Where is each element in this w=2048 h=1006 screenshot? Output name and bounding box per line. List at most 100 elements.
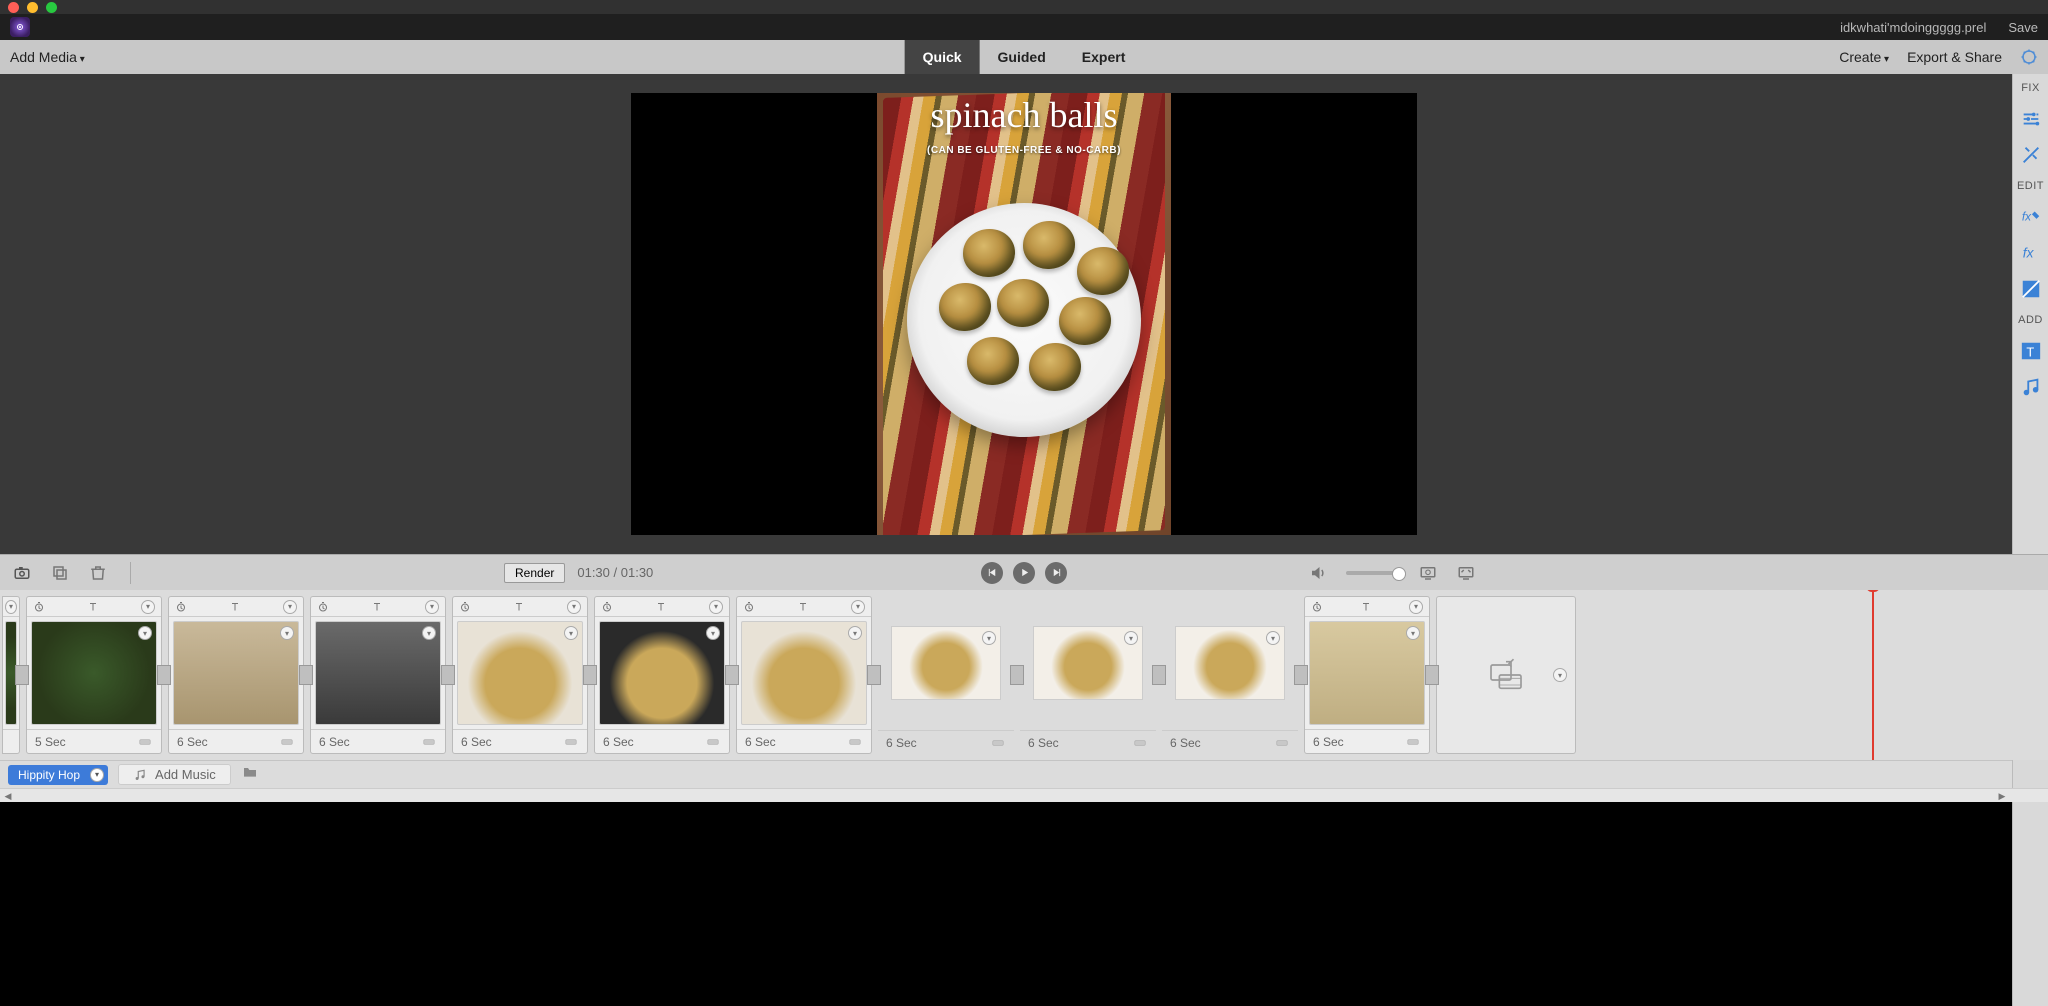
- clip-thumbnail[interactable]: ▾: [1309, 621, 1425, 725]
- close-window-button[interactable]: [8, 2, 19, 13]
- add-music-button[interactable]: Add Music: [118, 764, 231, 785]
- chevron-down-icon[interactable]: ▾: [848, 626, 862, 640]
- chevron-down-icon[interactable]: ▾: [564, 626, 578, 640]
- svg-text:fx: fx: [2022, 246, 2034, 261]
- preferences-icon[interactable]: [2020, 48, 2038, 66]
- timer-icon: [743, 601, 755, 613]
- timeline-clip[interactable]: ▾ ▾ 6 Sec: [594, 596, 730, 754]
- add-media-menu[interactable]: Add Media: [10, 49, 85, 65]
- prev-frame-button[interactable]: [981, 562, 1003, 584]
- scroll-right-arrow[interactable]: ▶: [1994, 789, 2010, 803]
- playhead-marker[interactable]: [1872, 590, 1874, 760]
- clip-thumbnail[interactable]: ▾: [457, 621, 583, 725]
- chevron-down-icon[interactable]: ▾: [1266, 631, 1280, 645]
- timeline-scrollbar[interactable]: ◀ ▶: [0, 788, 2048, 802]
- svg-text:T: T: [2026, 345, 2034, 360]
- tools-icon[interactable]: [2020, 144, 2042, 166]
- zoom-window-button[interactable]: [46, 2, 57, 13]
- duplicate-icon[interactable]: [50, 563, 70, 583]
- tab-quick[interactable]: Quick: [905, 40, 980, 74]
- text-icon: [229, 601, 241, 613]
- music-icon[interactable]: [2020, 376, 2042, 398]
- transition-handle[interactable]: [867, 665, 881, 685]
- snapshot-icon[interactable]: [12, 563, 32, 583]
- minimize-window-button[interactable]: [27, 2, 38, 13]
- timeline-clip[interactable]: ▾ ▾ 6 Sec: [310, 596, 446, 754]
- transition-handle[interactable]: [441, 665, 455, 685]
- quality-settings-icon[interactable]: [1418, 563, 1438, 583]
- timeline-clip[interactable]: ▾ ▾ 6 Sec: [1304, 596, 1430, 754]
- create-menu[interactable]: Create: [1839, 49, 1889, 65]
- chevron-down-icon[interactable]: ▾: [1124, 631, 1138, 645]
- chevron-down-icon[interactable]: ▾: [1409, 600, 1423, 614]
- browse-folder-icon[interactable]: [241, 764, 259, 785]
- chevron-down-icon[interactable]: ▾: [709, 600, 723, 614]
- clip-thumbnail[interactable]: ▾: [882, 600, 1010, 726]
- clip-partial[interactable]: ▾: [2, 596, 20, 754]
- clip-thumbnail[interactable]: ▾: [173, 621, 299, 725]
- volume-icon[interactable]: [1308, 563, 1328, 583]
- transition-handle[interactable]: [1152, 665, 1166, 685]
- clip-thumbnail[interactable]: ▾: [315, 621, 441, 725]
- transitions-icon[interactable]: [2020, 278, 2042, 300]
- fx-edit-icon[interactable]: fx: [2020, 206, 2042, 228]
- clip-thumbnail[interactable]: ▾: [31, 621, 157, 725]
- preview-content: spinach balls (CAN BE GLUTEN-FREE & NO-C…: [877, 93, 1171, 535]
- timeline-clip[interactable]: ▾ ▾ 6 Sec: [168, 596, 304, 754]
- render-button[interactable]: Render: [504, 563, 565, 583]
- timeline[interactable]: ▾ ▾ ▾ 5 Sec ▾ ▾ 6 Sec ▾ ▾ 6 Sec ▾ ▾ 6: [0, 590, 2048, 760]
- clip-thumbnail[interactable]: ▾: [741, 621, 867, 725]
- chevron-down-icon[interactable]: ▾: [5, 600, 17, 614]
- tab-guided[interactable]: Guided: [980, 40, 1064, 74]
- timeline-clip[interactable]: ▾ ▾ 5 Sec: [26, 596, 162, 754]
- chevron-down-icon[interactable]: ▾: [425, 600, 439, 614]
- tab-expert[interactable]: Expert: [1064, 40, 1144, 74]
- chevron-down-icon[interactable]: ▾: [1553, 668, 1567, 682]
- fullscreen-icon[interactable]: [1456, 563, 1476, 583]
- clip-thumbnail[interactable]: ▾: [1024, 600, 1152, 726]
- chevron-down-icon[interactable]: ▾: [283, 600, 297, 614]
- chevron-down-icon[interactable]: ▾: [141, 600, 155, 614]
- transition-handle[interactable]: [157, 665, 171, 685]
- chevron-down-icon[interactable]: ▾: [1406, 626, 1420, 640]
- volume-slider[interactable]: [1346, 571, 1400, 575]
- timeline-clip[interactable]: ▾ ▾ 6 Sec: [452, 596, 588, 754]
- export-share-button[interactable]: Export & Share: [1907, 49, 2002, 65]
- clip-footer: 5 Sec: [27, 729, 161, 753]
- music-track-chip[interactable]: Hippity Hop ▾: [8, 765, 108, 785]
- chevron-down-icon[interactable]: ▾: [982, 631, 996, 645]
- timeline-clip[interactable]: ▾ 6 Sec: [878, 596, 1014, 754]
- chevron-down-icon[interactable]: ▾: [706, 626, 720, 640]
- trash-icon[interactable]: [88, 563, 108, 583]
- scroll-left-arrow[interactable]: ◀: [0, 789, 16, 803]
- transition-handle[interactable]: [1294, 665, 1308, 685]
- chevron-down-icon[interactable]: ▾: [851, 600, 865, 614]
- play-button[interactable]: [1013, 562, 1035, 584]
- timeline-clip[interactable]: ▾ ▾ 6 Sec: [736, 596, 872, 754]
- transition-handle[interactable]: [1425, 665, 1439, 685]
- save-button[interactable]: Save: [2008, 20, 2038, 35]
- chevron-down-icon[interactable]: ▾: [280, 626, 294, 640]
- transition-handle[interactable]: [725, 665, 739, 685]
- add-clip-dropzone[interactable]: ▾: [1436, 596, 1576, 754]
- timeline-clip[interactable]: ▾ 6 Sec: [1020, 596, 1156, 754]
- chevron-down-icon[interactable]: ▾: [90, 768, 104, 782]
- chevron-down-icon[interactable]: ▾: [422, 626, 436, 640]
- fx-icon[interactable]: fx: [2020, 242, 2042, 264]
- text-icon: [371, 601, 383, 613]
- transition-handle[interactable]: [583, 665, 597, 685]
- transition-handle[interactable]: [1010, 665, 1024, 685]
- transition-handle[interactable]: [299, 665, 313, 685]
- next-frame-button[interactable]: [1045, 562, 1067, 584]
- chevron-down-icon[interactable]: ▾: [138, 626, 152, 640]
- clip-thumbnail[interactable]: ▾: [1166, 600, 1294, 726]
- transition-handle[interactable]: [15, 665, 29, 685]
- titles-icon[interactable]: T: [2020, 340, 2042, 362]
- mac-window-controls: [0, 0, 2048, 14]
- clip-thumbnail[interactable]: ▾: [599, 621, 725, 725]
- timeline-clip[interactable]: ▾ 6 Sec: [1162, 596, 1298, 754]
- text-icon: [513, 601, 525, 613]
- chevron-down-icon[interactable]: ▾: [567, 600, 581, 614]
- clip-duration: 6 Sec: [603, 735, 634, 749]
- adjust-icon[interactable]: [2020, 108, 2042, 130]
